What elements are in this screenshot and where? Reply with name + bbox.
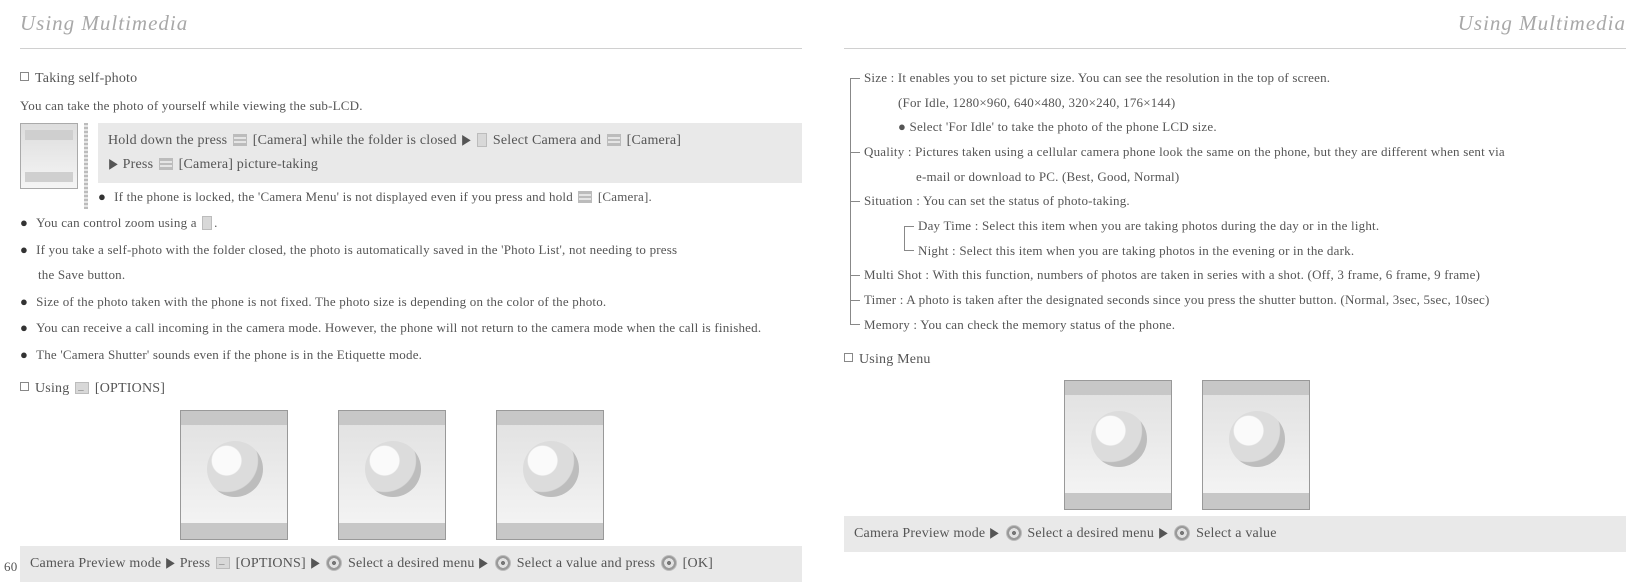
sub-lcd-thumbnail <box>20 123 78 189</box>
page-number: 60 <box>4 555 17 580</box>
bullet-zoom: You can control zoom using a . <box>36 211 802 236</box>
section-using-menu: Using Menu <box>844 347 1626 374</box>
softkey-options-icon <box>75 382 89 394</box>
instr-text: Select Camera and <box>493 133 601 148</box>
tree-situation-night: Night : Select this item when you are ta… <box>898 239 1626 264</box>
bullet-size: Size of the photo taken with the phone i… <box>36 290 802 315</box>
strip-text: [OK] <box>683 556 713 571</box>
tree-size: Size : It enables you to set picture siz… <box>844 66 1626 91</box>
menu-screenshots <box>1064 380 1626 510</box>
phone-screenshot <box>180 410 288 540</box>
bullet-call: You can receive a call incoming in the c… <box>36 316 802 341</box>
menu-steps-strip: Camera Preview mode ▶ Select a desired m… <box>844 516 1626 552</box>
bullet-text: You can control zoom using a <box>36 215 197 230</box>
arrow-icon: ▶ <box>1159 522 1168 546</box>
phone-screenshot <box>496 410 604 540</box>
phone-screenshot <box>1202 380 1310 510</box>
instr-text: [Camera] <box>627 133 681 148</box>
bullet-autosave-cont: the Save button. <box>20 263 802 288</box>
phone-screenshot <box>1064 380 1172 510</box>
tree-quality-detail: e-mail or download to PC. (Best, Good, N… <box>844 165 1626 190</box>
bullet-autosave: If you take a self-photo with the folder… <box>36 238 802 263</box>
arrow-icon: ▶ <box>462 129 471 153</box>
note-text: [Camera]. <box>598 189 652 204</box>
tree-size-note: ● Select 'For Idle' to take the photo of… <box>844 115 1626 140</box>
instruction-steps: Hold down the press [Camera] while the f… <box>98 123 802 183</box>
dpad-icon <box>326 555 342 571</box>
dpad-icon <box>1006 525 1022 541</box>
tree-situation: Situation : You can set the status of ph… <box>844 189 1626 214</box>
instr-text: [Camera] picture-taking <box>179 157 318 172</box>
strip-text: Select a value and press <box>517 556 656 571</box>
instr-text: Press <box>123 157 154 172</box>
tree-timer: Timer : A photo is taken after the desig… <box>844 288 1626 313</box>
instr-text: Hold down the press <box>108 133 227 148</box>
strip-text: [OPTIONS] <box>236 556 306 571</box>
dpad-icon <box>495 555 511 571</box>
arrow-icon: ▶ <box>990 522 999 546</box>
options-screenshots <box>180 410 802 540</box>
arrow-icon: ▶ <box>479 552 488 576</box>
section-title-text: Taking self-photo <box>35 71 137 86</box>
strip-text: Select a desired menu <box>348 556 475 571</box>
dpad-icon <box>1174 525 1190 541</box>
strip-text: Select a value <box>1196 526 1277 541</box>
camera-key-icon <box>233 134 247 146</box>
page-title-left: Using Multimedia <box>20 0 802 49</box>
phone-screenshot <box>338 410 446 540</box>
bullet-text: If you take a self-photo with the folder… <box>36 242 677 257</box>
section-using-options: Using [OPTIONS] <box>20 376 802 403</box>
section-title-text: [OPTIONS] <box>95 381 165 396</box>
lock-note: If the phone is locked, the 'Camera Menu… <box>114 185 802 210</box>
divider-bar <box>84 123 88 209</box>
tree-situation-day: Day Time : Select this item when you are… <box>898 214 1626 239</box>
ok-icon <box>661 555 677 571</box>
right-page: Using Multimedia Size : It enables you t… <box>824 0 1646 552</box>
note-text: If the phone is locked, the 'Camera Menu… <box>114 189 573 204</box>
section-taking-self-photo: Taking self-photo <box>20 66 802 93</box>
softkey-options-icon <box>216 557 230 569</box>
arrow-icon: ▶ <box>109 153 118 177</box>
self-photo-intro: You can take the photo of yourself while… <box>20 94 802 119</box>
strip-text: Press <box>180 556 211 571</box>
tree-memory: Memory : You can check the memory status… <box>844 313 1626 338</box>
section-title-text: Using Menu <box>859 352 931 367</box>
strip-text: Camera Preview mode <box>30 556 161 571</box>
page-title-right: Using Multimedia <box>844 0 1626 49</box>
arrow-icon: ▶ <box>166 552 175 576</box>
section-title-text: Using <box>35 381 69 396</box>
updown-key-icon <box>202 216 212 230</box>
tree-size-detail: (For Idle, 1280×960, 640×480, 320×240, 1… <box>844 91 1626 116</box>
tree-text: Select 'For Idle' to take the photo of t… <box>910 119 1217 134</box>
arrow-icon: ▶ <box>311 552 320 576</box>
strip-text: Select a desired menu <box>1027 526 1154 541</box>
camera-key-icon <box>607 134 621 146</box>
updown-key-icon <box>477 133 487 147</box>
camera-key-icon <box>159 158 173 170</box>
left-page: Using Multimedia Taking self-photo You c… <box>0 0 822 582</box>
tree-multishot: Multi Shot : With this function, numbers… <box>844 263 1626 288</box>
camera-key-icon <box>578 191 592 203</box>
tree-quality: Quality : Pictures taken using a cellula… <box>844 140 1626 165</box>
options-tree: Size : It enables you to set picture siz… <box>844 66 1626 338</box>
strip-text: Camera Preview mode <box>854 526 985 541</box>
bullet-shutter: The 'Camera Shutter' sounds even if the … <box>36 343 802 368</box>
instr-text: [Camera] while the folder is closed <box>253 133 457 148</box>
